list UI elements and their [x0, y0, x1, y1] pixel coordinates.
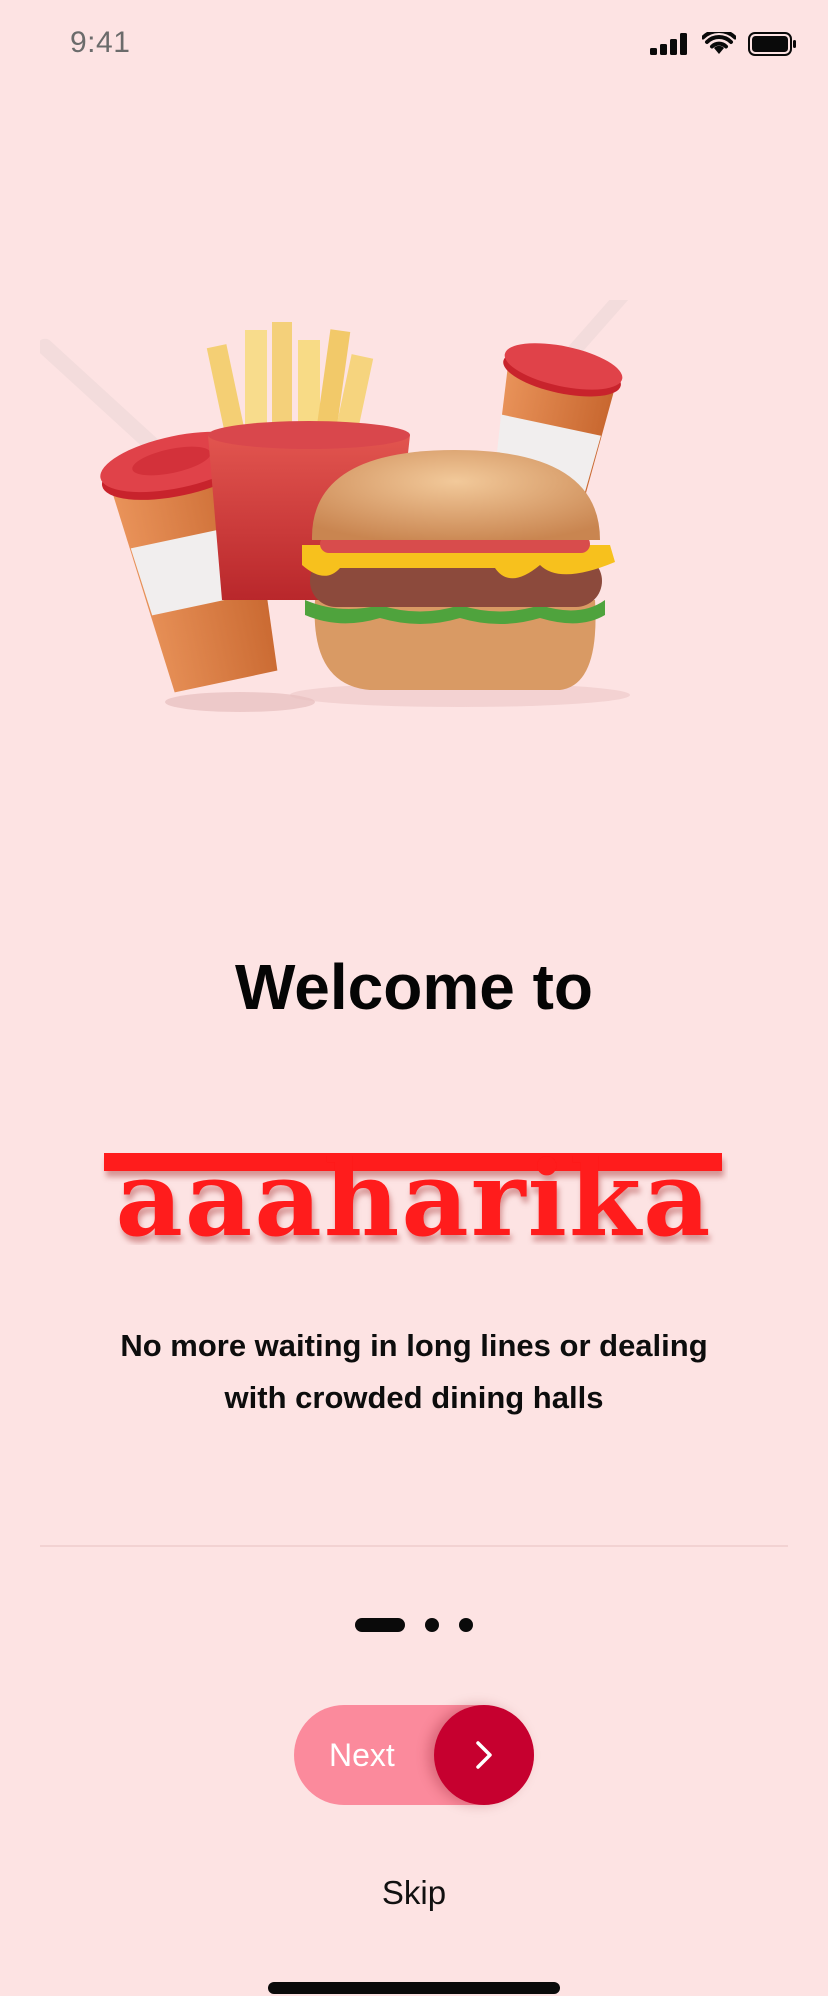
- next-label: Next: [329, 1737, 395, 1773]
- page-dot-active[interactable]: [355, 1618, 405, 1632]
- wifi-icon: [701, 29, 737, 61]
- status-icons: [650, 29, 798, 61]
- status-time: 9:41: [70, 26, 131, 59]
- chevron-right-icon: [476, 1741, 492, 1769]
- status-bar: 9:41: [0, 0, 828, 90]
- page-dot[interactable]: [459, 1618, 473, 1632]
- home-indicator: [268, 1982, 560, 1994]
- next-button[interactable]: Next: [294, 1705, 534, 1805]
- subtitle-line-1: No more waiting in long lines or dealing: [120, 1328, 708, 1363]
- battery-icon: [748, 32, 798, 61]
- divider: [40, 1545, 788, 1547]
- brand-name: aaaharika: [116, 1137, 713, 1245]
- page-indicator: [0, 1618, 828, 1632]
- next-arrow-button[interactable]: [434, 1705, 534, 1805]
- welcome-heading: Welcome to: [235, 951, 593, 1023]
- skip-link[interactable]: Skip: [0, 1874, 828, 1912]
- onboarding-subtitle: No more waiting in long lines or dealing…: [80, 1320, 748, 1424]
- subtitle-line-2: with crowded dining halls: [224, 1380, 604, 1415]
- brand-logo: aaaharika: [100, 1095, 728, 1260]
- page-dot[interactable]: [425, 1618, 439, 1632]
- hero-food-illustration: [36, 285, 740, 720]
- signal-icon: [650, 33, 690, 60]
